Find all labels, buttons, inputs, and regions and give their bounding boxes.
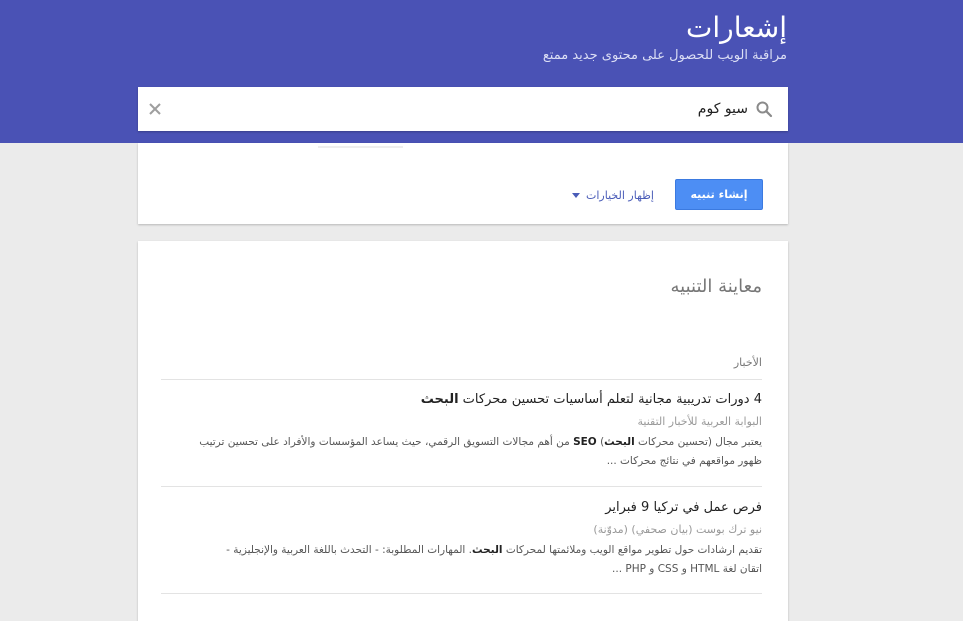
divider [161,379,762,380]
close-icon[interactable] [146,100,164,118]
alert-options-card: إنشاء تنبيه إظهار الخيارات [138,143,788,224]
divider [161,486,762,487]
page-subtitle: مراقبة الويب للحصول على محتوى جديد ممتع [542,48,787,63]
result-source: نيو ترك بوست (بيان صحفي) (مدوّنة) [593,523,762,536]
section-label-news: الأخبار [733,356,762,369]
search-box [138,87,788,131]
divider [161,593,762,594]
show-options-label: إظهار الخيارات [586,188,654,202]
tab-indicator [318,146,403,148]
preview-title: معاينة التنبيه [670,276,763,297]
app-header: إشعارات مراقبة الويب للحصول على محتوى جد… [0,0,963,143]
create-alert-button[interactable]: إنشاء تنبيه [675,179,763,210]
show-options-toggle[interactable]: إظهار الخيارات [572,187,654,203]
list-item: 4 دورات تدريبية مجانية لتعلم أساسيات تحس… [161,391,762,471]
page-title: إشعارات [686,11,787,44]
result-snippet: تقديم ارشادات حول تطوير مواقع الويب وملا… [226,544,762,575]
result-title[interactable]: فرص عمل في تركيا 9 فبراير [161,499,762,517]
chevron-down-icon [572,192,580,198]
result-snippet: يعتبر مجال (تحسين محركات البحث) SEO من أ… [199,436,762,467]
search-input[interactable] [188,87,748,131]
list-item: فرص عمل في تركيا 9 فبراير نيو ترك بوست (… [161,499,762,579]
alert-preview-card: معاينة التنبيه الأخبار 4 دورات تدريبية م… [138,241,788,621]
search-icon [755,100,773,118]
result-source: البوابة العربية للأخبار التقنية [637,415,762,428]
result-title[interactable]: 4 دورات تدريبية مجانية لتعلم أساسيات تحس… [161,391,762,409]
